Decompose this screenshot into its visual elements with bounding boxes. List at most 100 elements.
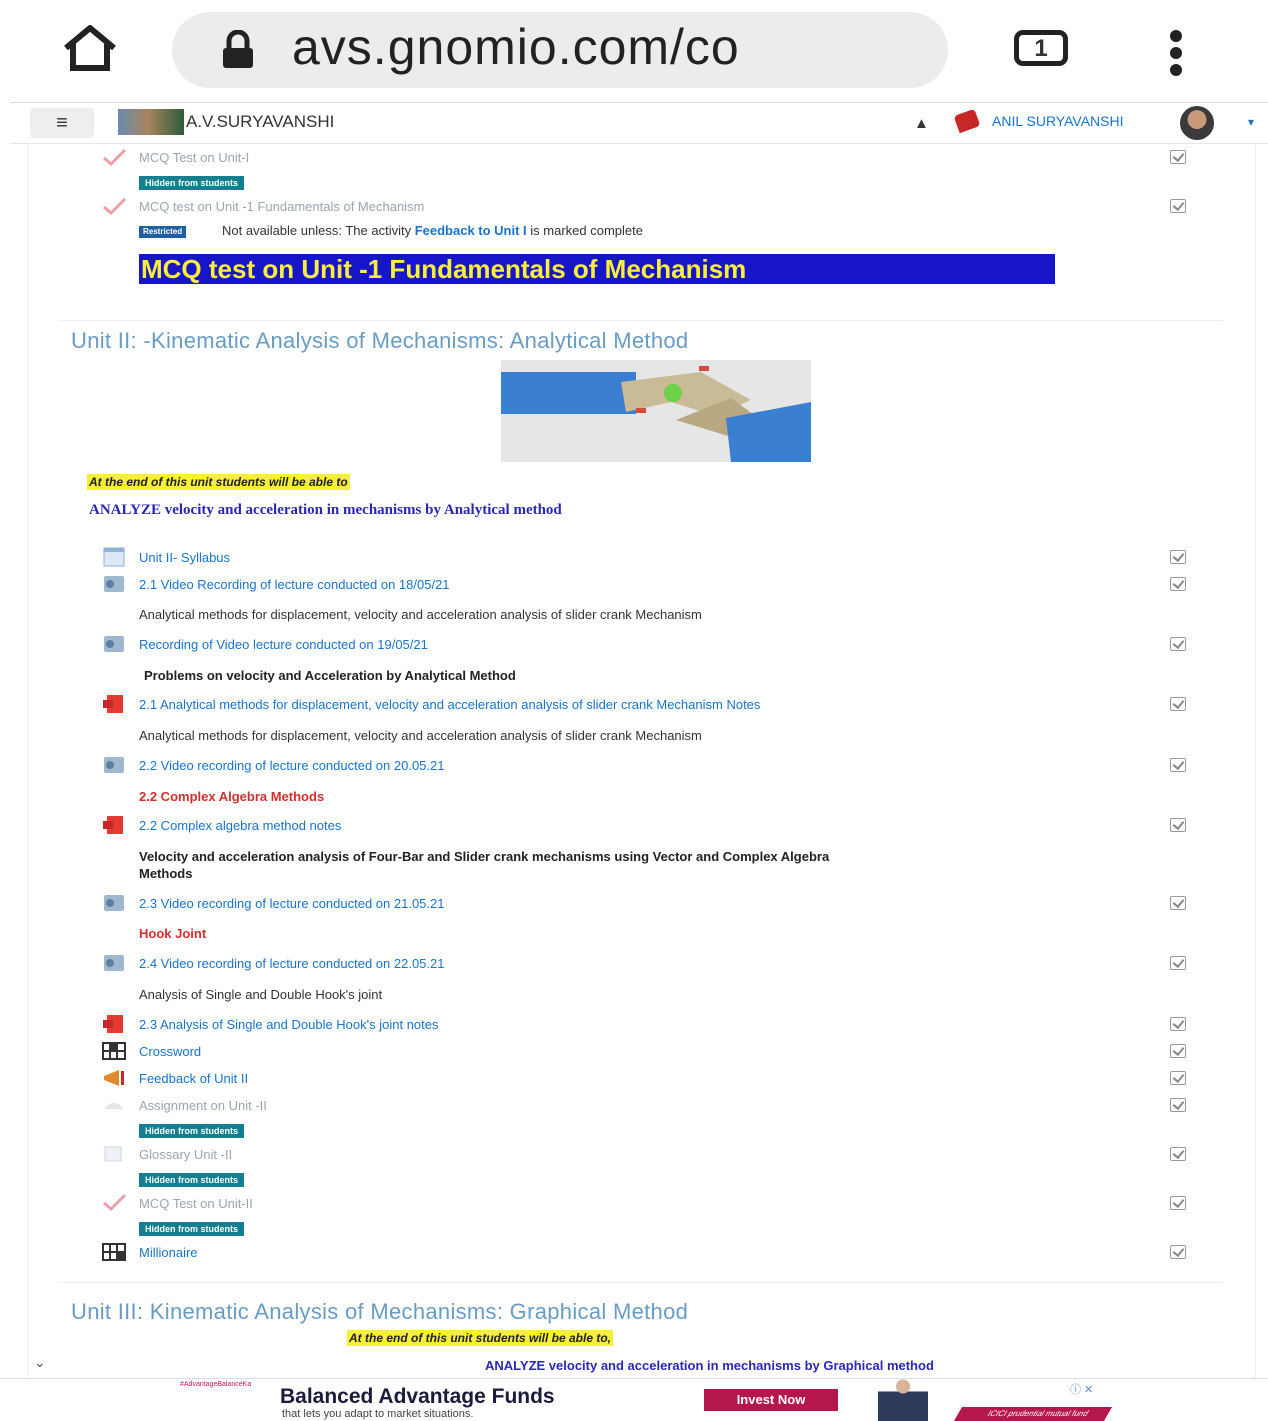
hook-joint-heading: Hook Joint: [139, 926, 207, 941]
activity-link[interactable]: MCQ Test on Unit-II: [139, 1196, 253, 1211]
pdf-icon: [103, 1015, 123, 1033]
ad-banner[interactable]: #AdvantageBalanceKa Balanced Advantage F…: [0, 1373, 1268, 1421]
objective-statement: ANALYZE velocity and acceleration in mec…: [89, 502, 562, 518]
site-name[interactable]: A.V.SURYAVANSHI: [186, 112, 334, 132]
restricted-badge: Restricted: [139, 226, 187, 238]
feedback-megaphone-icon: [104, 1070, 124, 1086]
chevron-down-icon[interactable]: ▾: [1248, 115, 1254, 129]
user-menu-name[interactable]: ANIL SURYAVANSHI: [992, 113, 1123, 129]
activity-link[interactable]: Feedback of Unit II: [139, 1071, 248, 1086]
glossary-icon: [104, 1146, 122, 1162]
browser-toolbar: avs.gnomio.com/co 1: [0, 0, 1268, 102]
more-menu-icon[interactable]: [1170, 30, 1184, 81]
chevron-down-icon[interactable]: ⌄: [34, 1354, 46, 1371]
completion-checkbox[interactable]: [1170, 1044, 1186, 1058]
video-file-icon: [104, 636, 124, 652]
activity-link[interactable]: 2.4 Video recording of lecture conducted…: [139, 956, 444, 971]
activity-link[interactable]: Assignment on Unit -II: [139, 1098, 267, 1113]
completion-checkbox[interactable]: [1170, 550, 1186, 564]
millionaire-icon: [102, 1243, 126, 1261]
site-navbar: ≡ A.V.SURYAVANSHI ▲ ANIL SURYAVANSHI ▾: [10, 102, 1268, 144]
problems-heading: Problems on velocity and Acceleration by…: [144, 668, 516, 683]
ad-close-icon[interactable]: ⓘ ✕: [1070, 1381, 1093, 1397]
video-file-icon: [104, 757, 124, 773]
description-text: Analysis of Single and Double Hook's joi…: [139, 987, 383, 1002]
hidden-badge: Hidden from students: [139, 1173, 245, 1187]
completion-checkbox[interactable]: [1170, 1245, 1186, 1259]
activity-link[interactable]: 2.3 Analysis of Single and Double Hook's…: [139, 1017, 439, 1032]
crossword-icon: [102, 1042, 126, 1060]
notification-bell-icon[interactable]: ▲: [914, 115, 929, 132]
site-logo[interactable]: [118, 109, 184, 135]
video-file-icon: [104, 895, 124, 911]
ad-hashtag: #AdvantageBalanceKa: [180, 1381, 252, 1388]
completion-checkbox[interactable]: [1170, 577, 1186, 591]
activity-link[interactable]: 2.1 Analytical methods for displacement,…: [139, 697, 760, 712]
unit1-mcq-banner: MCQ test on Unit -1 Fundamentals of Mech…: [139, 254, 1055, 284]
quiz-icon: [103, 197, 127, 216]
completion-checkbox[interactable]: [1170, 1196, 1186, 1210]
description-text: Analytical methods for displacement, vel…: [139, 728, 702, 743]
completion-checkbox[interactable]: [1170, 896, 1186, 910]
complex-algebra-heading: 2.2 Complex Algebra Methods: [139, 789, 325, 804]
section-divider: [59, 1282, 1223, 1283]
user-avatar[interactable]: [1180, 106, 1214, 140]
activity-link[interactable]: Crossword: [139, 1044, 201, 1059]
lock-icon: [223, 30, 253, 68]
activity-link[interactable]: Millionaire: [139, 1245, 198, 1260]
hidden-badge: Hidden from students: [139, 1222, 245, 1236]
completion-checkbox[interactable]: [1170, 758, 1186, 772]
vector-heading-line2: Methods: [139, 866, 193, 881]
activity-link[interactable]: Glossary Unit -II: [139, 1147, 232, 1162]
completion-checkbox[interactable]: [1170, 150, 1186, 164]
hamburger-icon[interactable]: ≡: [30, 108, 94, 138]
url-text[interactable]: avs.gnomio.com/co: [292, 18, 924, 76]
completion-checkbox[interactable]: [1170, 1017, 1186, 1031]
activity-link[interactable]: 2.3 Video recording of lecture conducted…: [139, 896, 444, 911]
section-divider: [59, 320, 1223, 321]
video-file-icon: [104, 576, 124, 592]
completion-checkbox[interactable]: [1170, 1098, 1186, 1112]
ad-subtitle: that lets you adapt to market situations…: [282, 1408, 474, 1420]
completion-checkbox[interactable]: [1170, 1147, 1186, 1161]
ad-person-image: [878, 1373, 928, 1421]
activity-link[interactable]: Recording of Video lecture conducted on …: [139, 637, 428, 652]
pdf-icon: [103, 816, 123, 834]
activity-link[interactable]: 2.2 Complex algebra method notes: [139, 818, 341, 833]
restriction-link[interactable]: Feedback to Unit I: [415, 223, 527, 238]
activity-link[interactable]: 2.2 Video recording of lecture conducted…: [139, 758, 444, 773]
ad-title[interactable]: Balanced Advantage Funds: [280, 1385, 555, 1409]
completion-checkbox[interactable]: [1170, 818, 1186, 832]
section-title-unit3[interactable]: Unit III: Kinematic Analysis of Mechanis…: [71, 1299, 688, 1325]
activity-link[interactable]: Unit II- Syllabus: [139, 550, 230, 565]
page-icon: [103, 547, 125, 567]
pdf-icon: [103, 695, 123, 713]
completion-checkbox[interactable]: [1170, 637, 1186, 651]
completion-checkbox[interactable]: [1170, 199, 1186, 213]
objective-intro-highlight: At the end of this unit students will be…: [347, 1330, 614, 1346]
messages-icon[interactable]: [953, 108, 981, 134]
tab-switcher-button[interactable]: 1: [1014, 30, 1068, 66]
video-file-icon: [104, 955, 124, 971]
completion-checkbox[interactable]: [1170, 697, 1186, 711]
description-text: Analytical methods for displacement, vel…: [139, 607, 702, 622]
completion-checkbox[interactable]: [1170, 1071, 1186, 1085]
vector-heading-line1: Velocity and acceleration analysis of Fo…: [139, 849, 830, 864]
assignment-icon: [104, 1103, 124, 1109]
ad-ribbon: ICICI prudential mutual fund: [953, 1407, 1113, 1421]
course-content: MCQ Test on Unit-I Hidden from students …: [28, 142, 1256, 1379]
hook-joint-image: [501, 360, 811, 462]
section-title-unit2[interactable]: Unit II: -Kinematic Analysis of Mechanis…: [71, 328, 688, 354]
home-icon[interactable]: [58, 24, 122, 72]
ad-invest-button[interactable]: Invest Now: [704, 1389, 838, 1411]
activity-link[interactable]: 2.1 Video Recording of lecture conducted…: [139, 577, 450, 592]
hidden-badge: Hidden from students: [139, 1124, 245, 1138]
activity-link[interactable]: MCQ Test on Unit-I: [139, 150, 249, 165]
hidden-badge: Hidden from students: [139, 176, 245, 190]
objective-statement: ANALYZE velocity and acceleration in mec…: [485, 1358, 934, 1373]
quiz-icon: [103, 1193, 127, 1212]
activity-link[interactable]: MCQ test on Unit -1 Fundamentals of Mech…: [139, 199, 424, 214]
completion-checkbox[interactable]: [1170, 956, 1186, 970]
restriction-text: Not available unless: The activity Feedb…: [222, 223, 643, 238]
objective-intro-highlight: At the end of this unit students will be…: [87, 474, 350, 490]
